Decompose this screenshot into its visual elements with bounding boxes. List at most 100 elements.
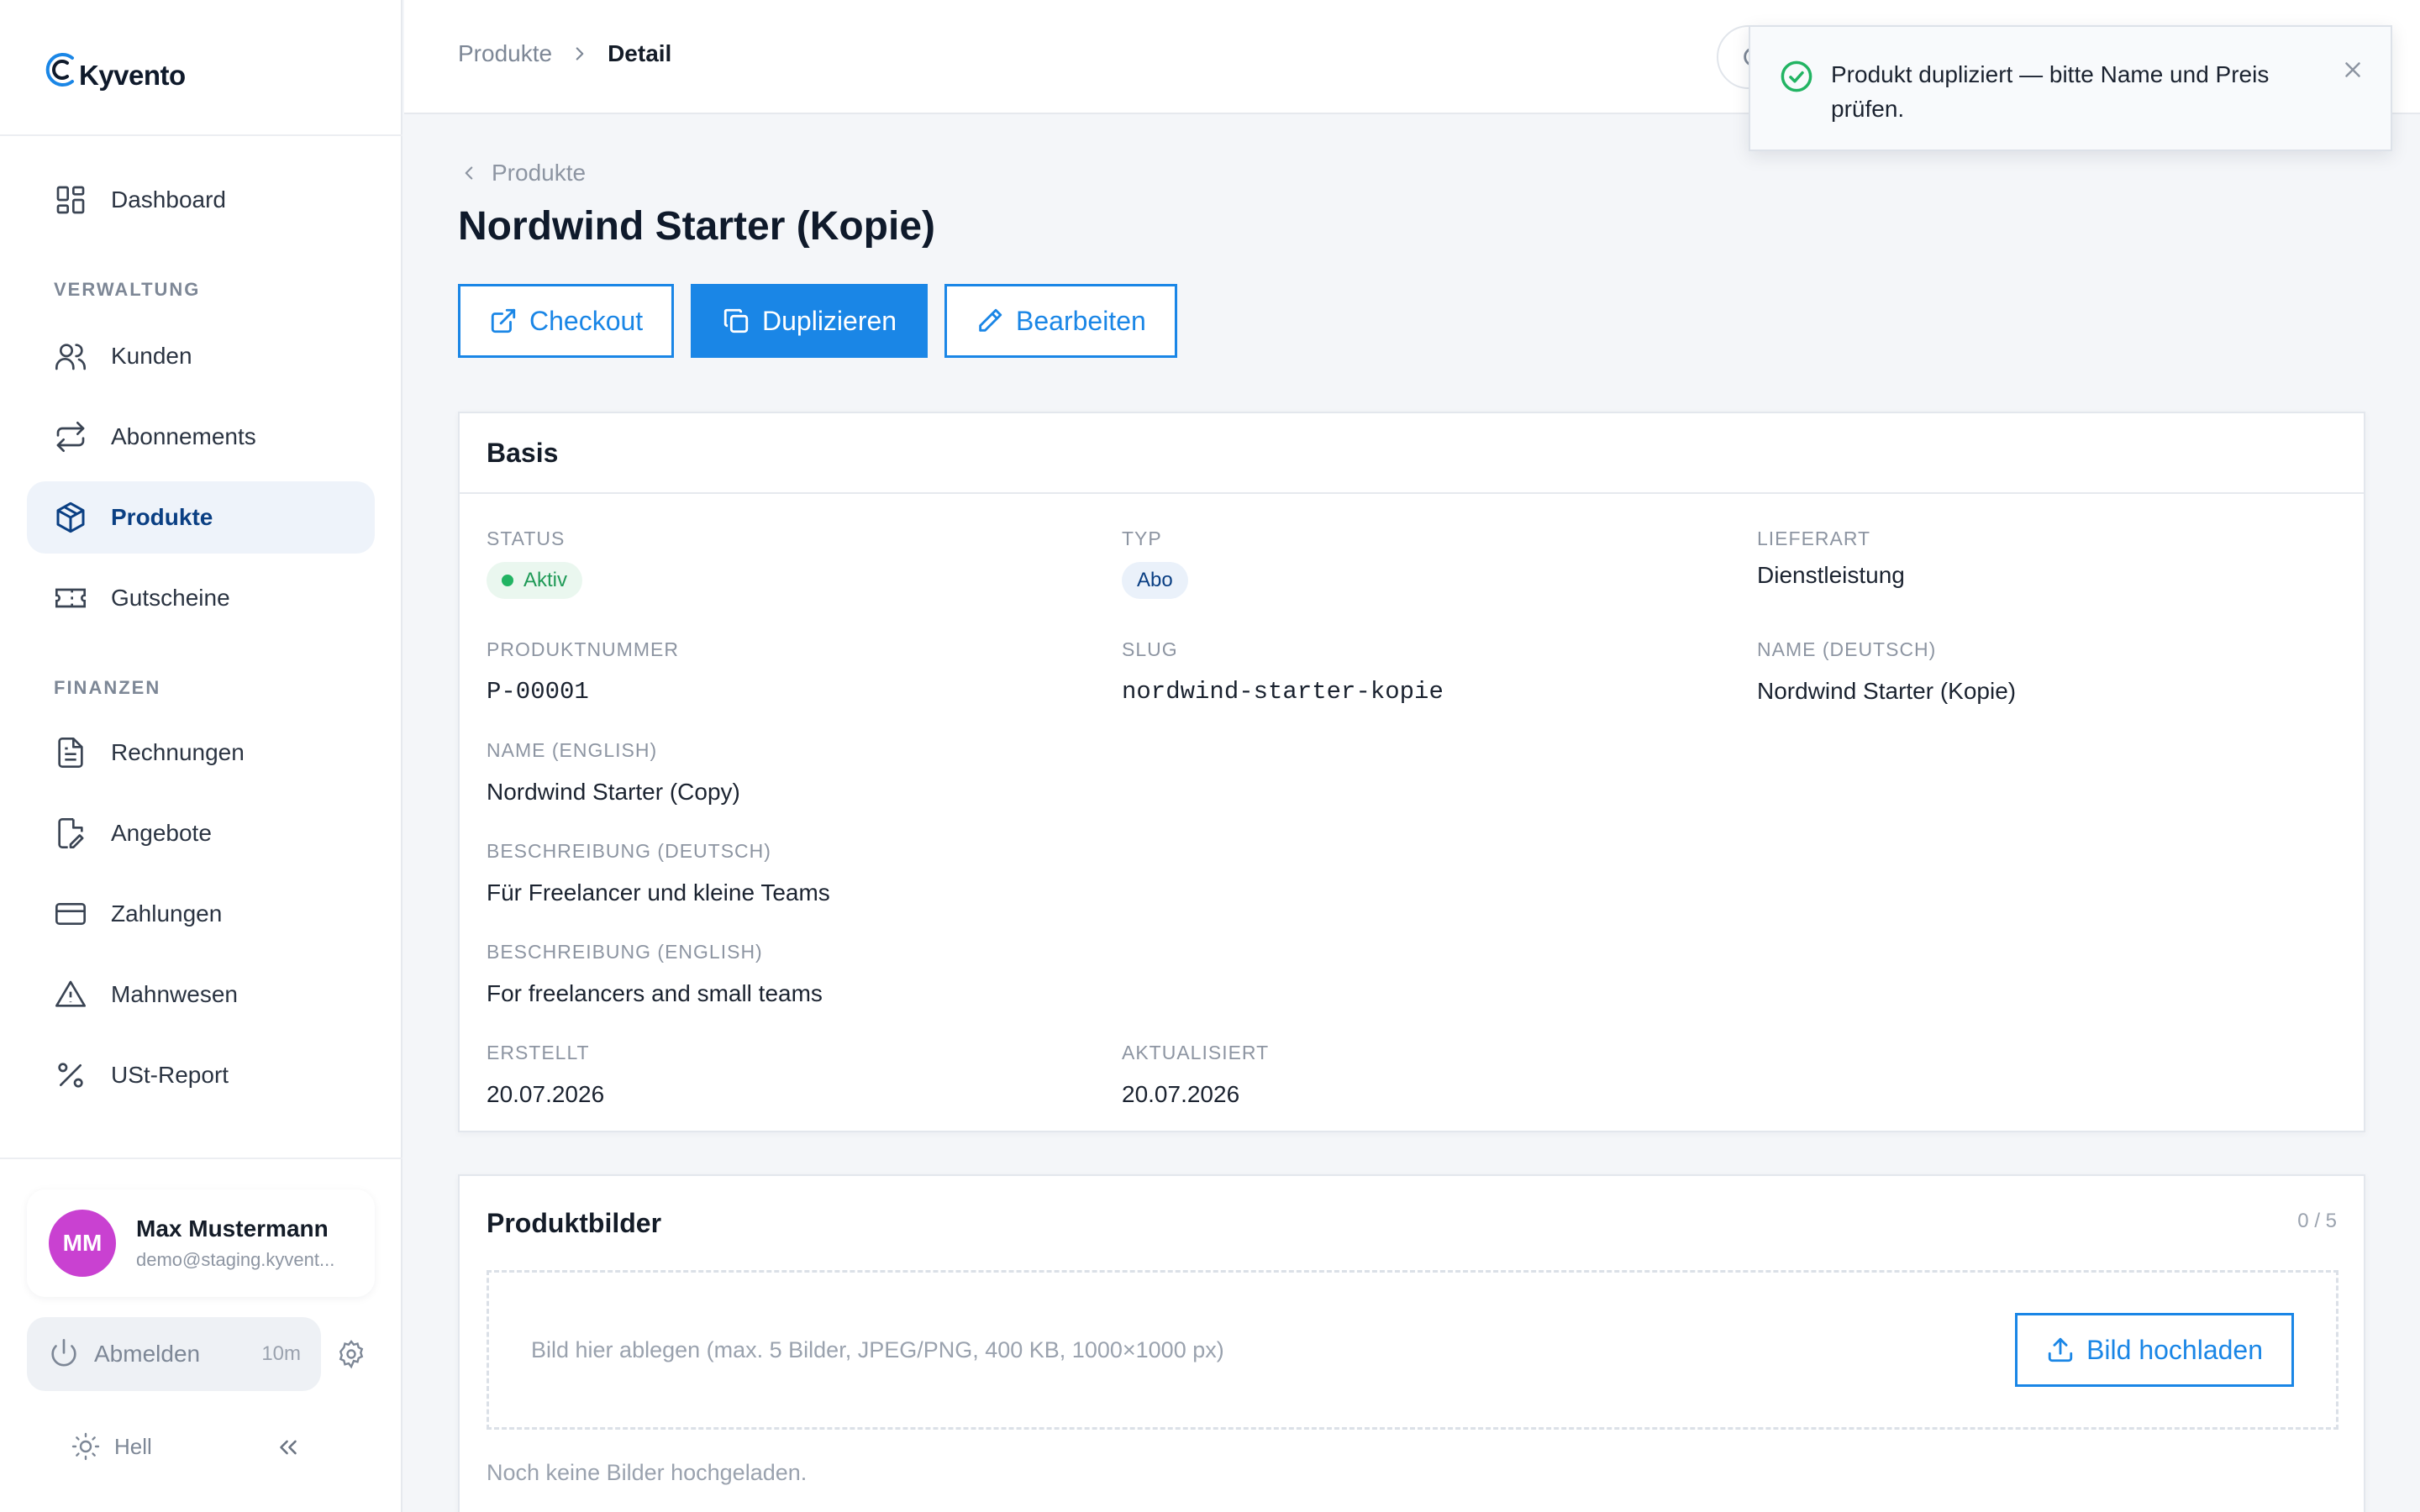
- field-desc-de: BESCHREIBUNG (DEUTSCH) Für Freelancer un…: [487, 840, 830, 906]
- toast-message: Produkt dupliziert — bitte Name und Prei…: [1831, 61, 2270, 122]
- status-value: Aktiv: [523, 569, 568, 591]
- sidebar-item-rechnungen[interactable]: Rechnungen: [27, 717, 375, 789]
- sidebar-item-label: Kunden: [111, 343, 192, 369]
- close-icon[interactable]: [2340, 57, 2365, 82]
- power-icon: [51, 1339, 76, 1367]
- field-value: nordwind-starter-kopie: [1122, 678, 1444, 706]
- field-value: 20.07.2026: [487, 1081, 605, 1107]
- session-timer: 10m: [261, 1342, 301, 1365]
- app-logo[interactable]: Kyvento: [44, 40, 186, 99]
- percent-icon: [58, 1063, 83, 1088]
- basis-heading: Basis: [460, 413, 2364, 494]
- field-label: SLUG: [1122, 638, 1178, 660]
- duplicate-button[interactable]: Duplizieren: [691, 284, 929, 358]
- ticket-icon: [55, 588, 86, 608]
- dashboard-icon: [56, 186, 85, 214]
- breadcrumb-parent[interactable]: Produkte: [458, 40, 552, 67]
- field-name-de: NAME (DEUTSCH) Nordwind Starter (Kopie): [1757, 638, 2016, 705]
- sidebar-item-produkte[interactable]: Produkte: [27, 481, 375, 554]
- theme-label: Hell: [114, 1433, 152, 1459]
- credit-card-icon: [55, 903, 86, 925]
- back-link[interactable]: Produkte: [458, 160, 586, 186]
- sidebar-divider: [0, 134, 402, 136]
- sidebar-item-label: Rechnungen: [111, 739, 245, 765]
- breadcrumb-current: Detail: [608, 40, 672, 66]
- field-typ: TYP Abo: [1122, 528, 1188, 599]
- sidebar-item-zahlungen[interactable]: Zahlungen: [27, 878, 375, 950]
- images-heading: Produktbilder: [487, 1208, 662, 1238]
- logout-label: Abmelden: [94, 1341, 201, 1367]
- dropzone-text: Bild hier ablegen (max. 5 Bilder, JPEG/P…: [531, 1336, 1224, 1362]
- page-title: Nordwind Starter (Kopie): [458, 204, 936, 249]
- edit-button[interactable]: Bearbeiten: [944, 284, 1177, 358]
- pencil-icon: [979, 308, 1002, 332]
- sun-icon: [71, 1432, 100, 1461]
- sidebar-divider: [0, 1158, 402, 1159]
- app-name: Kyvento: [79, 60, 186, 91]
- sidebar-item-label: Produkte: [111, 504, 213, 530]
- status-dot: [502, 575, 513, 586]
- sidebar-item-label: Abonnements: [111, 423, 256, 449]
- image-count: 0 / 5: [2297, 1210, 2337, 1232]
- field-value: Nordwind Starter (Copy): [487, 779, 740, 805]
- image-dropzone[interactable]: Bild hier ablegen (max. 5 Bilder, JPEG/P…: [487, 1270, 2338, 1430]
- file-edit-icon: [58, 818, 84, 848]
- users-icon: [55, 344, 86, 370]
- user-card[interactable]: MM Max Mustermann demo@staging.kyvent...: [27, 1189, 375, 1297]
- field-value: For freelancers and small teams: [487, 980, 823, 1006]
- repeat-icon: [56, 422, 85, 452]
- field-value: Für Freelancer und kleine Teams: [487, 879, 830, 906]
- sidebar-item-kunden[interactable]: Kunden: [27, 320, 375, 392]
- sidebar-item-gutscheine[interactable]: Gutscheine: [27, 562, 375, 634]
- avatar: MM: [49, 1210, 116, 1277]
- alert-triangle-icon: [55, 980, 86, 1007]
- field-label: BESCHREIBUNG (ENGLISH): [487, 941, 763, 963]
- chevron-left-icon: [465, 166, 473, 180]
- upload-image-button[interactable]: Bild hochladen: [2015, 1313, 2294, 1387]
- field-aktualisiert: AKTUALISIERT 20.07.2026: [1122, 1042, 1269, 1108]
- images-card: Produktbilder 0 / 5 Bild hier ablegen (m…: [458, 1174, 2365, 1512]
- chevrons-left-icon[interactable]: [274, 1433, 302, 1462]
- main-content: Produkte Nordwind Starter (Kopie) Checko…: [404, 116, 2420, 1512]
- user-name: Max Mustermann: [136, 1215, 329, 1242]
- external-link-icon: [491, 308, 516, 333]
- logo-mark-icon: [45, 53, 74, 87]
- field-lieferart: LIEFERART Dienstleistung: [1757, 528, 1905, 589]
- nav-section-finanzen: FINANZEN: [54, 677, 161, 698]
- field-value: 20.07.2026: [1122, 1081, 1240, 1107]
- breadcrumb: Produkte Detail: [458, 40, 671, 67]
- field-value: Nordwind Starter (Kopie): [1757, 678, 2017, 704]
- duplicate-label: Duplizieren: [762, 305, 897, 336]
- empty-images-note: Noch keine Bilder hochgeladen.: [487, 1460, 808, 1485]
- sidebar-item-ust-report[interactable]: USt-Report: [27, 1039, 375, 1111]
- sidebar-item-abonnements[interactable]: Abonnements: [27, 401, 375, 473]
- checkout-button[interactable]: Checkout: [458, 284, 675, 358]
- field-label: STATUS: [487, 528, 566, 549]
- upload-label: Bild hochladen: [2086, 1334, 2263, 1365]
- field-label: AKTUALISIERT: [1122, 1042, 1270, 1063]
- field-label: NAME (DEUTSCH): [1757, 638, 1937, 660]
- logout-button[interactable]: Abmelden 10m: [27, 1317, 321, 1391]
- sidebar-item-angebote[interactable]: Angebote: [27, 797, 375, 869]
- sidebar-item-dashboard[interactable]: Dashboard: [27, 164, 375, 236]
- field-label: PRODUKTNUMMER: [487, 638, 679, 660]
- field-label: ERSTELLT: [487, 1042, 590, 1063]
- sidebar-item-label: Angebote: [111, 820, 212, 846]
- field-status: STATUS Aktiv: [487, 528, 583, 599]
- upload-icon: [2048, 1337, 2073, 1362]
- sidebar-item-mahnwesen[interactable]: Mahnwesen: [27, 958, 375, 1031]
- theme-toggle[interactable]: Hell: [71, 1431, 152, 1462]
- edit-label: Bearbeiten: [1016, 305, 1146, 336]
- sidebar: Kyvento Dashboard VERWALTUNG Kunden Abon…: [0, 0, 402, 1512]
- field-erstellt: ERSTELLT 20.07.2026: [487, 1042, 604, 1108]
- check-circle-icon: [1781, 60, 1812, 92]
- field-desc-en: BESCHREIBUNG (ENGLISH) For freelancers a…: [487, 941, 823, 1007]
- nav-section-verwaltung: VERWALTUNG: [54, 279, 201, 300]
- checkout-label: Checkout: [529, 305, 644, 336]
- gear-icon[interactable]: [336, 1339, 366, 1369]
- status-badge: Aktiv: [487, 562, 583, 599]
- chevron-right-icon: [576, 47, 584, 60]
- field-slug: SLUG nordwind-starter-kopie: [1122, 638, 1444, 706]
- field-name-en: NAME (ENGLISH) Nordwind Starter (Copy): [487, 739, 740, 806]
- file-icon: [58, 738, 83, 768]
